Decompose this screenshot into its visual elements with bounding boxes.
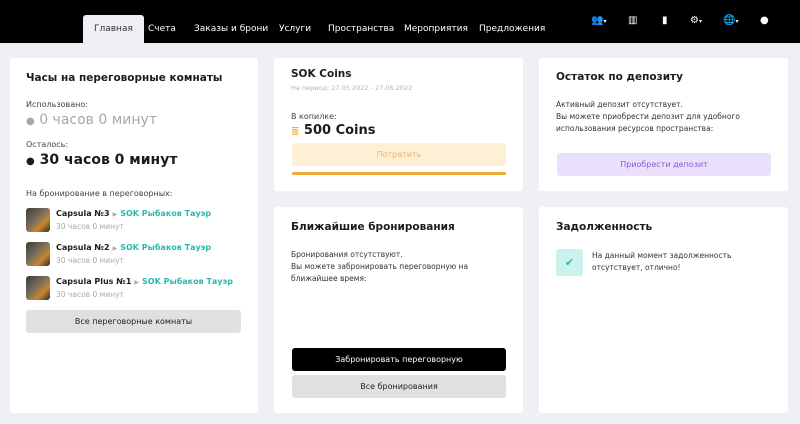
bookings-text: Бронирования отсутствуют. Вы можете забро… xyxy=(291,249,511,285)
all-rooms-button[interactable]: Все переговорные комнаты xyxy=(26,310,241,333)
document-icon[interactable]: ▮ xyxy=(662,15,668,27)
room-location[interactable]: SOK Рыбаков Тауэр xyxy=(120,243,211,252)
used-time: 0 часов 0 минут xyxy=(39,112,157,128)
left-time: 30 часов 0 минут xyxy=(39,152,178,168)
room-name: Capsula №2 xyxy=(56,243,110,252)
clock-icon: ● xyxy=(26,116,35,127)
card-title: Часы на переговорные комнаты xyxy=(26,72,223,84)
buy-deposit-button[interactable]: Приобрести депозит xyxy=(557,153,771,176)
all-bookings-button[interactable]: Все бронирования xyxy=(292,375,506,398)
tab-spaces[interactable]: Пространства xyxy=(328,15,394,43)
room-thumbnail xyxy=(26,242,50,266)
room-time: 30 часов 0 минут xyxy=(56,290,124,299)
room-thumbnail xyxy=(26,276,50,300)
coins-progress xyxy=(292,172,506,175)
globe-icon[interactable]: 🌐▾ xyxy=(723,15,738,28)
tab-accounts[interactable]: Счета xyxy=(148,15,176,43)
tab-offers[interactable]: Предложения xyxy=(479,15,545,43)
chart-icon[interactable]: ▥ xyxy=(628,15,637,27)
deposit-text-line: Вы можете приобрести депозит для удобног… xyxy=(556,112,740,133)
tab-orders[interactable]: Заказы и брони xyxy=(194,15,268,43)
caret-right-icon: ▶ xyxy=(134,279,140,286)
room-time: 30 часов 0 минут xyxy=(56,222,124,231)
book-room-button[interactable]: Забронировать переговорную xyxy=(292,348,506,371)
debt-text: На данный момент задолженность отсутству… xyxy=(592,251,732,272)
tab-home[interactable]: Главная xyxy=(83,15,144,43)
top-navigation: Главная Счета Заказы и брони Услуги Прос… xyxy=(0,0,800,43)
room-thumbnail xyxy=(26,208,50,232)
room-name: Capsula Plus №1 xyxy=(56,277,132,286)
room-location[interactable]: SOK Рыбаков Тауэр xyxy=(120,209,211,218)
clock-icon: ● xyxy=(26,156,35,167)
check-icon: ✔ xyxy=(556,249,583,276)
card-title: Ближайшие бронирования xyxy=(291,221,455,233)
bookings-text-line: Бронирования отсутствуют. xyxy=(291,250,403,259)
room-location[interactable]: SOK Рыбаков Тауэр xyxy=(142,277,233,286)
tab-services[interactable]: Услуги xyxy=(279,15,311,43)
coins-period: На период: 27.05.2022 - 27.06.2022 xyxy=(291,84,413,92)
card-title: SOK Coins xyxy=(291,68,352,80)
used-value: ● 0 часов 0 минут xyxy=(26,112,157,128)
bookings-text-line: Вы можете забронировать переговорную на … xyxy=(291,262,469,283)
caret-right-icon: ▶ xyxy=(112,245,118,252)
booking-label: На бронирование в переговорных: xyxy=(26,189,173,198)
room-name: Capsula №3 xyxy=(56,209,110,218)
user-icon[interactable]: ● xyxy=(760,15,769,27)
left-label: Осталось: xyxy=(26,140,69,149)
left-value: ● 30 часов 0 минут xyxy=(26,152,177,168)
used-label: Использовано: xyxy=(26,100,88,109)
coins-card: SOK Coins На период: 27.05.2022 - 27.06.… xyxy=(274,58,523,191)
caret-right-icon: ▶ xyxy=(112,211,118,218)
coins-icon: ≣ xyxy=(291,126,300,137)
tab-events[interactable]: Мероприятия xyxy=(404,15,468,43)
spend-button[interactable]: Потратить xyxy=(292,143,506,166)
deposit-text: Активный депозит отсутствует. Вы можете п… xyxy=(556,99,781,135)
room-time: 30 часов 0 минут xyxy=(56,256,124,265)
coins-balance: ≣ 500 Coins xyxy=(291,123,376,138)
deposit-text-line: Активный депозит отсутствует. xyxy=(556,100,683,109)
balance-label: В копилке: xyxy=(291,112,337,121)
bookings-card: Ближайшие бронирования Бронирования отсу… xyxy=(274,207,523,413)
users-icon[interactable]: 👥▾ xyxy=(591,15,606,28)
meeting-hours-card: Часы на переговорные комнаты Использован… xyxy=(10,58,258,413)
card-title: Задолженность xyxy=(556,221,653,233)
gears-icon[interactable]: ⚙▾ xyxy=(690,15,702,28)
coins-progress-fill xyxy=(292,172,506,175)
balance-value: 500 Coins xyxy=(303,123,376,138)
card-title: Остаток по депозиту xyxy=(556,71,683,83)
deposit-card: Остаток по депозиту Активный депозит отс… xyxy=(539,58,788,191)
debt-card: Задолженность ✔ На данный момент задолже… xyxy=(539,207,788,413)
